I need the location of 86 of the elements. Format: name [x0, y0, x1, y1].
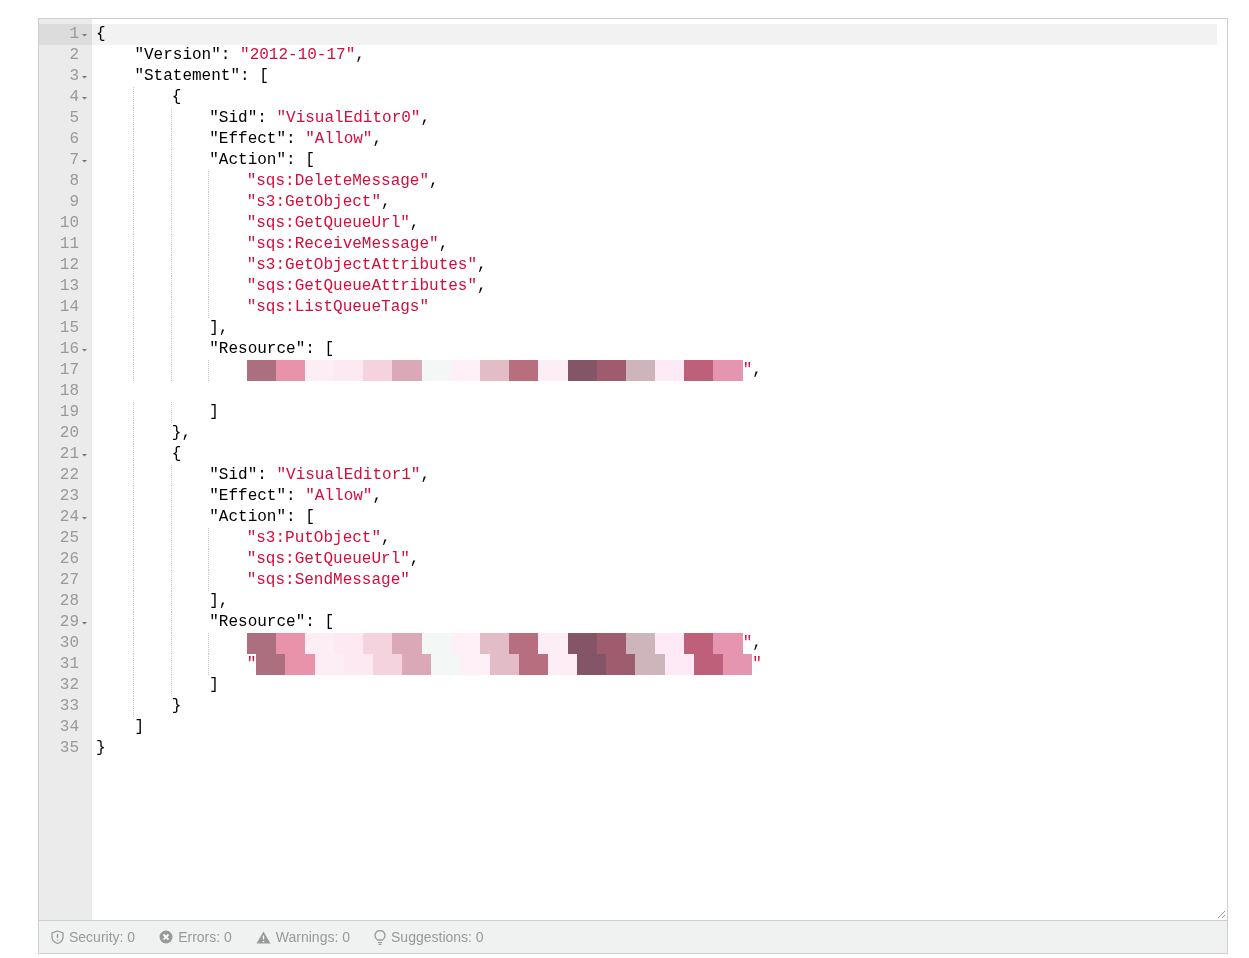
line-number: 11	[59, 234, 79, 255]
line-number: 9	[69, 192, 79, 213]
code-line: "Resource": [	[92, 339, 1217, 360]
code-line: "s3:GetObject",	[92, 192, 1217, 213]
status-count: Suggestions: 0	[391, 929, 484, 945]
code-line: {	[92, 444, 1217, 465]
line-number: 6	[69, 129, 79, 150]
code-line: "Resource": [	[92, 612, 1217, 633]
line-number: 17	[59, 360, 79, 381]
code-text: ",	[742, 633, 762, 654]
code-line: }	[95, 738, 107, 759]
code-line: "sqs:GetQueueUrl",	[92, 549, 1217, 570]
fold-arrow-icon[interactable]	[80, 157, 89, 164]
code-line: "s3:GetObjectAttributes",	[92, 255, 1217, 276]
code-line: "Action": [	[92, 507, 1217, 528]
line-number: 25	[59, 528, 79, 549]
code-line: ]	[92, 675, 1217, 696]
status-count: Security: 0	[69, 929, 136, 945]
line-number: 7	[69, 150, 79, 171]
resize-grip-icon[interactable]	[1217, 910, 1225, 918]
shield-icon	[51, 930, 64, 944]
line-number: 19	[59, 402, 79, 423]
fold-arrow-icon[interactable]	[80, 619, 89, 626]
code-line: {	[92, 87, 1217, 108]
code-line: "Sid": "VisualEditor0",	[92, 108, 1217, 129]
code-line: "sqs:GetQueueUrl",	[92, 213, 1217, 234]
code-line: ],	[92, 318, 1217, 339]
line-number: 3	[69, 66, 79, 87]
code-line: "sqs:ListQueueTags"	[92, 297, 1217, 318]
line-number: 29	[59, 612, 79, 633]
code-text: ",	[742, 360, 762, 381]
line-number: 32	[59, 675, 79, 696]
code-line: ],	[92, 591, 1217, 612]
line-number: 12	[59, 255, 79, 276]
fold-arrow-icon[interactable]	[80, 514, 89, 521]
line-number: 2	[69, 45, 79, 66]
lightbulb-icon	[374, 929, 386, 945]
line-number: 18	[59, 381, 79, 402]
line-number: 31	[59, 654, 79, 675]
code-line: }	[92, 696, 1217, 717]
line-number: 28	[59, 591, 79, 612]
line-number: 27	[59, 570, 79, 591]
code-line: "Action": [	[92, 150, 1217, 171]
line-number: 33	[59, 696, 79, 717]
line-number: 24	[59, 507, 79, 528]
fold-arrow-icon[interactable]	[80, 73, 89, 80]
code-text: "	[752, 654, 762, 675]
line-number: 16	[59, 339, 79, 360]
code-line: "Version": "2012-10-17",	[133, 45, 366, 66]
code-line: "Sid": "VisualEditor1",	[92, 465, 1217, 486]
line-number: 21	[59, 444, 79, 465]
line-number: 10	[59, 213, 79, 234]
line-number: 34	[59, 717, 79, 738]
line-number: 30	[59, 633, 79, 654]
code-line: "sqs:ReceiveMessage",	[92, 234, 1217, 255]
code-line: "sqs:DeleteMessage",	[92, 171, 1217, 192]
warning-triangle-icon	[255, 930, 271, 944]
code-line: "Effect": "Allow",	[92, 486, 1217, 507]
fold-arrow-icon[interactable]	[80, 94, 89, 101]
fold-arrow-icon[interactable]	[80, 31, 89, 38]
line-number: 26	[59, 549, 79, 570]
code-line: "Effect": "Allow",	[92, 129, 1217, 150]
code-line: "s3:PutObject",	[92, 528, 1217, 549]
fold-arrow-icon[interactable]	[80, 346, 89, 353]
error-circle-icon	[159, 930, 174, 944]
code-text: "	[246, 654, 257, 675]
line-number: 22	[59, 465, 79, 486]
code-line: "Statement": [	[133, 66, 270, 87]
line-number: 4	[69, 87, 79, 108]
status-count: Warnings: 0	[275, 929, 350, 945]
line-number: 13	[59, 276, 79, 297]
code-line: ]	[92, 402, 1217, 423]
code-line: },	[92, 423, 1217, 444]
code-line: "sqs:GetQueueAttributes",	[92, 276, 1217, 297]
line-number: 23	[59, 486, 79, 507]
line-number: 14	[59, 297, 79, 318]
line-number: 15	[59, 318, 79, 339]
line-number: 5	[69, 108, 79, 129]
line-number: 20	[59, 423, 79, 444]
code-line: "sqs:SendMessage"	[92, 570, 1217, 591]
code-line: ]	[133, 717, 145, 738]
status-count: Errors: 0	[178, 929, 232, 945]
fold-arrow-icon[interactable]	[80, 451, 89, 458]
line-number: 35	[59, 738, 79, 759]
line-number: 8	[69, 171, 79, 192]
line-number: 1	[69, 24, 79, 45]
